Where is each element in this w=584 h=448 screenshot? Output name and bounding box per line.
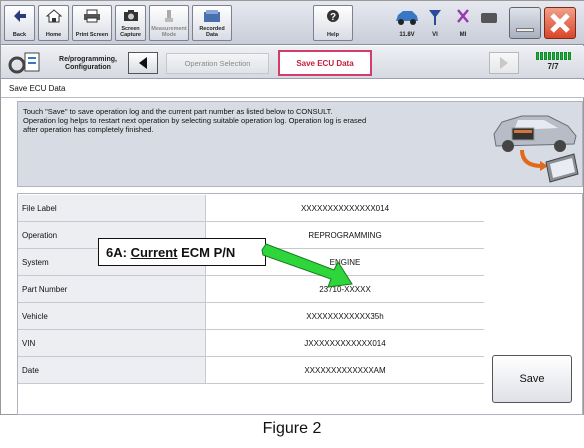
battery-status: 11.8V xyxy=(393,7,421,38)
table-row: Part Number 23710-XXXXX xyxy=(18,276,484,303)
triangle-left-icon xyxy=(139,57,147,69)
recorded-data-label: Recorded Data xyxy=(199,26,225,38)
vi-label: VI xyxy=(432,32,438,38)
back-button-label: Back xyxy=(12,32,27,38)
callout-prefix: 6A: xyxy=(106,244,131,260)
top-toolbar: Back Home Print Screen Screen Capture Me… xyxy=(1,1,584,45)
row-label-vin: VIN xyxy=(18,330,206,357)
nav-back-button[interactable] xyxy=(128,52,158,74)
printer-icon xyxy=(84,9,100,23)
screen-capture-label: Screen Capture xyxy=(120,26,141,38)
mi-x-icon xyxy=(457,9,469,23)
print-screen-label: Print Screen xyxy=(75,32,109,38)
recorded-data-button[interactable]: Recorded Data xyxy=(192,5,232,41)
consult-screen: Back Home Print Screen Screen Capture Me… xyxy=(0,0,584,415)
svg-text:?: ? xyxy=(330,12,336,23)
help-button[interactable]: ? Help xyxy=(313,5,353,41)
mi-status: MI xyxy=(449,7,477,38)
home-button[interactable]: Home xyxy=(38,5,69,41)
progress-count: 7/7 xyxy=(547,62,559,71)
back-arrow-icon xyxy=(13,10,26,22)
callout-emphasis: Current xyxy=(130,244,178,260)
vi-signal-icon xyxy=(429,10,441,25)
figure-caption: Figure 2 xyxy=(262,420,322,437)
row-value-vin: JXXXXXXXXXXXX014 xyxy=(206,330,484,357)
breadcrumb-operation-selection[interactable]: Operation Selection xyxy=(166,53,269,74)
screen-capture-button[interactable]: Screen Capture xyxy=(115,5,146,41)
battery-voltage: 11.8V xyxy=(399,32,415,38)
home-button-label: Home xyxy=(45,32,62,38)
print-screen-button[interactable]: Print Screen xyxy=(72,5,112,41)
step-progress: 7/7 xyxy=(529,51,577,75)
row-value-date: XXXXXXXXXXXXXAM xyxy=(206,357,484,384)
measurement-mode-label: Measurement Mode xyxy=(151,26,187,38)
back-button[interactable]: Back xyxy=(4,5,35,41)
table-row: Date XXXXXXXXXXXXXAM xyxy=(18,357,484,384)
minimize-icon xyxy=(516,28,534,32)
row-value-part-number: 23710-XXXXX xyxy=(206,276,484,303)
row-label-vehicle: Vehicle xyxy=(18,303,206,330)
battery-indicator-icon xyxy=(481,13,497,23)
minimize-button[interactable] xyxy=(509,7,541,39)
table-row: File Label XXXXXXXXXXXXXX014 xyxy=(18,195,484,222)
vi-status: VI xyxy=(421,7,449,38)
navigation-row: Re/programming, Configuration Operation … xyxy=(1,46,584,79)
nav-forward-button[interactable] xyxy=(489,52,519,74)
row-label-part-number: Part Number xyxy=(18,276,206,303)
help-icon: ? xyxy=(327,10,339,23)
ecu-data-table: File Label XXXXXXXXXXXXXX014 Operation R… xyxy=(17,193,583,415)
recorded-data-icon xyxy=(204,10,220,22)
table-row: VIN JXXXXXXXXXXXX014 xyxy=(18,330,484,357)
row-label-file-label: File Label xyxy=(18,195,206,222)
car-to-consult-icon xyxy=(493,115,579,183)
reprogramming-icon xyxy=(8,52,40,74)
help-button-label: Help xyxy=(327,32,339,38)
callout-box: 6A: Current ECM P/N xyxy=(98,238,266,266)
row-label-date: Date xyxy=(18,357,206,384)
page-title: Save ECU Data xyxy=(1,80,584,98)
home-icon xyxy=(45,9,62,23)
measurement-icon xyxy=(165,10,173,22)
breadcrumb-save-ecu-data: Save ECU Data xyxy=(278,50,372,76)
row-value-file-label: XXXXXXXXXXXXXX014 xyxy=(206,195,484,222)
callout-suffix: ECM P/N xyxy=(177,244,236,260)
close-button[interactable] xyxy=(544,7,576,39)
table-row: Vehicle XXXXXXXXXXXX35h xyxy=(18,303,484,330)
reprogramming-label: Re/programming, Configuration xyxy=(59,56,117,71)
triangle-right-icon xyxy=(500,57,508,69)
car-battery-icon xyxy=(396,11,418,25)
measurement-mode-button[interactable]: Measurement Mode xyxy=(149,5,189,41)
mi-label: MI xyxy=(459,32,467,38)
instruction-text: Touch "Save" to save operation log and t… xyxy=(23,107,367,134)
close-icon xyxy=(550,13,570,33)
row-value-vehicle: XXXXXXXXXXXX35h xyxy=(206,303,484,330)
save-button[interactable]: Save xyxy=(492,355,572,403)
instruction-panel: Touch "Save" to save operation log and t… xyxy=(17,101,583,187)
progress-bars xyxy=(529,52,577,60)
camera-icon xyxy=(123,10,138,21)
